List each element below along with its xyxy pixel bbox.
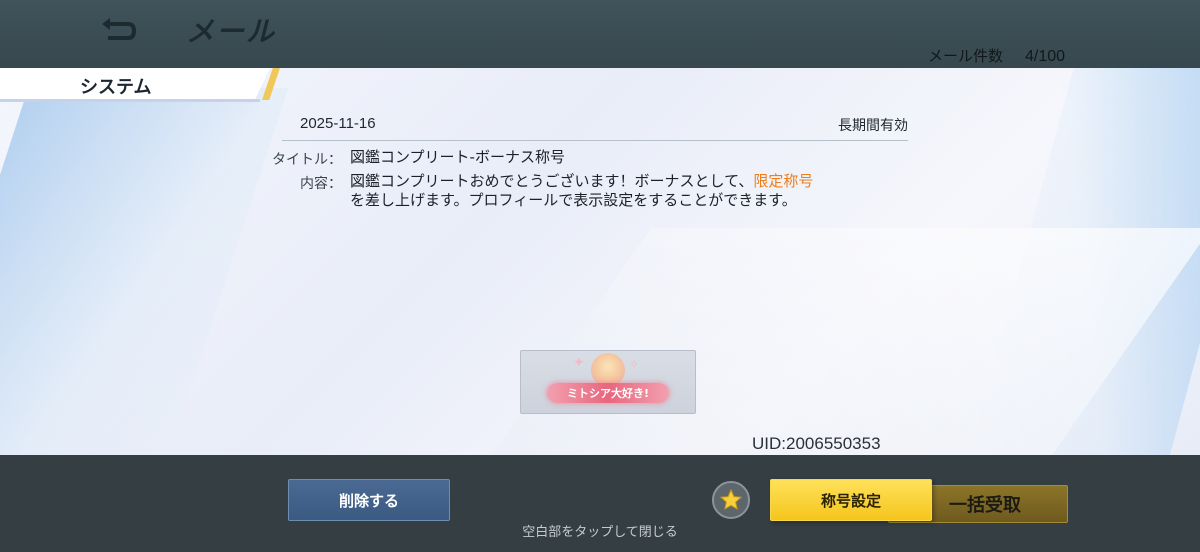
uid-label: UID:2006550353 [752, 434, 881, 453]
mail-title-value: 図鑑コンプリート-ボーナス称号 [350, 148, 565, 166]
mail-content-highlight: 限定称号 [753, 172, 814, 190]
mail-count: メール件数 4/100 [928, 45, 1065, 66]
mail-content-label: 内容： [300, 176, 342, 192]
mail-date: 2025-11-16 [300, 115, 376, 132]
character-chibi-icon [591, 353, 625, 387]
tab-underline [0, 99, 260, 102]
mail-title-label: タイトル： [272, 152, 342, 168]
panel-decoration-left [0, 88, 289, 455]
title-badge-text: ミトシア大好き! [566, 387, 650, 400]
mail-detail-panel: システム 2025-11-16 長期間有効 タイトル： 図鑑コンプリート-ボーナ… [0, 68, 1200, 455]
mail-content: 図鑑コンプリートおめでとうございます！ボーナスとして、限定称号 を差し上げます。プ… [350, 172, 920, 210]
title-badge-banner: ミトシア大好き! [547, 383, 669, 403]
back-button[interactable] [96, 14, 140, 48]
mail-content-part1: 図鑑コンプリートおめでとうございます！ボーナスとして、 [350, 172, 754, 190]
star-icon [719, 488, 743, 511]
delete-button[interactable]: 削除する [288, 479, 450, 521]
mail-count-label: メール件数 [928, 47, 1004, 65]
sparkle-icon: ✧ [629, 357, 640, 371]
mail-divider [282, 140, 908, 141]
bottom-action-bar: 削除する 一括受取 称号設定 空白部をタップして閉じる [0, 455, 1200, 552]
back-arrow-icon [102, 18, 137, 40]
tap-to-close-hint: 空白部をタップして閉じる [522, 525, 678, 540]
favorite-button[interactable] [712, 481, 750, 519]
mail-content-part2: を差し上げます。プロフィールで表示設定をすることができます。 [350, 191, 797, 209]
page-title: メール [186, 15, 277, 48]
reward-item-title[interactable]: ✦ ✧ ミトシア大好き! [520, 350, 696, 414]
title-setting-button[interactable]: 称号設定 [770, 479, 932, 521]
sparkle-icon: ✦ [573, 355, 585, 371]
mail-validity: 長期間有効 [838, 118, 908, 134]
tab-system-label: システム [80, 77, 152, 98]
mail-count-value: 4/100 [1025, 48, 1066, 65]
